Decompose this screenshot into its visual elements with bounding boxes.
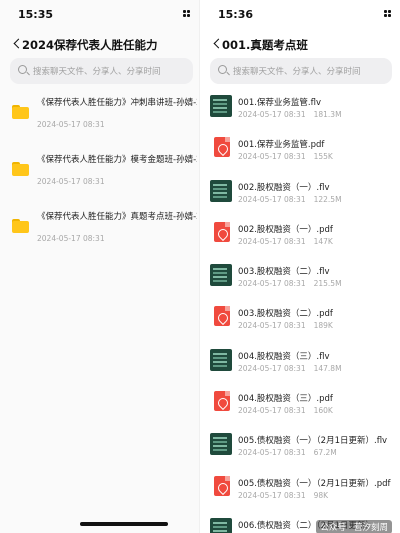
search-placeholder: 搜索聊天文件、分享人、分享时间	[233, 67, 361, 77]
folder-name: 《保荐代表人胜任能力》模考金题班-孙婧-20...	[37, 155, 197, 165]
back-icon[interactable]	[212, 37, 222, 51]
search-input[interactable]: 搜索聊天文件、分享人、分享时间	[10, 58, 193, 84]
file-meta: 2024-05-17 08:31 147K	[238, 237, 333, 246]
file-name: 002.股权融资（一）.flv	[238, 182, 330, 193]
status-time: 15:36	[218, 8, 254, 21]
file-meta: 2024-05-17 08:31 181.3M	[238, 110, 342, 119]
file-date: 2024-05-17 08:31	[238, 321, 306, 331]
folder-name: 《保荐代表人胜任能力》真题考点班-孙婧-20...	[37, 212, 197, 222]
file-size: 215.5M	[313, 279, 342, 289]
search-icon	[18, 65, 29, 76]
file-name: 004.股权融资（三）.pdf	[238, 394, 333, 405]
video-icon	[210, 95, 232, 117]
back-icon[interactable]	[12, 37, 22, 51]
file-meta: 2024-05-17 08:31 155K	[238, 152, 333, 161]
folder-icon	[12, 162, 29, 176]
file-name: 005.债权融资（一）（2月1日更新）.flv	[238, 436, 388, 447]
left-screen: 15:35 2024保荐代表人胜任能力 搜索聊天文件、分享人、分享时间 《保荐代…	[0, 0, 200, 533]
folder-icon	[12, 219, 29, 233]
search-input[interactable]: 搜索聊天文件、分享人、分享时间	[210, 58, 392, 84]
search-icon	[218, 65, 229, 76]
folder-date: 2024-05-17 08:31	[37, 177, 105, 186]
file-meta: 2024-05-17 08:31 98K	[238, 491, 328, 500]
file-row[interactable]: 005.债权融资（一）（2月1日更新）.flv 2024-05-17 08:31 6…	[200, 424, 400, 466]
file-row[interactable]: 001.保荐业务监管.flv 2024-05-17 08:31 181.3M	[200, 86, 400, 128]
folder-date: 2024-05-17 08:31	[37, 234, 105, 243]
status-icons	[183, 10, 191, 19]
file-name: 003.股权融资（二）.flv	[238, 267, 330, 278]
folder-date: 2024-05-17 08:31	[37, 120, 105, 129]
folder-list: 《保荐代表人胜任能力》冲刺串讲班-孙婧-20... 2024-05-17 08:3…	[0, 86, 199, 257]
file-meta: 2024-05-17 08:31 67.2M	[238, 448, 337, 457]
file-meta: 2024-05-17 08:31 147.8M	[238, 364, 342, 373]
file-date: 2024-05-17 08:31	[238, 490, 306, 500]
pdf-icon	[214, 475, 230, 496]
file-size: 181.3M	[313, 110, 342, 119]
file-list: 001.保荐业务监管.flv 2024-05-17 08:31 181.3M 001.…	[200, 86, 400, 533]
pdf-icon	[214, 137, 230, 158]
file-size: 98K	[313, 490, 329, 500]
status-icons	[384, 10, 392, 19]
file-date: 2024-05-17 08:31	[238, 152, 306, 162]
file-name: 004.股权融资（三）.flv	[238, 351, 330, 362]
page-title: 001.真题考点班	[222, 38, 308, 52]
folder-icon	[12, 105, 29, 119]
search-placeholder: 搜索聊天文件、分享人、分享时间	[33, 67, 161, 77]
pdf-icon	[214, 306, 230, 327]
file-row[interactable]: 003.股权融资（二）.pdf 2024-05-17 08:31 189K	[200, 297, 400, 339]
home-indicator[interactable]	[80, 522, 168, 526]
file-name: 002.股权融资（一）.pdf	[238, 224, 333, 235]
nav-bar: 001.真题考点班	[200, 30, 400, 58]
watermark: 公众号 · 营汐刻周	[316, 520, 392, 533]
file-name: 001.保荐业务监管.pdf	[238, 140, 325, 151]
video-icon	[210, 433, 232, 456]
file-meta: 2024-05-17 08:31 122.5M	[238, 195, 342, 204]
nav-bar: 2024保荐代表人胜任能力	[0, 30, 199, 58]
file-row[interactable]: 002.股权融资（一）.flv 2024-05-17 08:31 122.5M	[200, 171, 400, 213]
pdf-icon	[214, 221, 230, 242]
file-row[interactable]: 001.保荐业务监管.pdf 2024-05-17 08:31 155K	[200, 128, 400, 170]
file-date: 2024-05-17 08:31	[238, 406, 306, 416]
file-size: 160K	[313, 406, 333, 416]
file-meta: 2024-05-17 08:31 160K	[238, 406, 333, 415]
video-icon	[210, 179, 232, 202]
file-name: 001.保荐业务监管.flv	[238, 98, 322, 108]
file-meta: 2024-05-17 08:31 189K	[238, 321, 333, 330]
file-row[interactable]: 004.股权融资（三）.pdf 2024-05-17 08:31 160K	[200, 382, 400, 424]
file-row[interactable]: 003.股权融资（二）.flv 2024-05-17 08:31 215.5M	[200, 255, 400, 297]
status-time: 15:35	[18, 8, 54, 21]
folder-row[interactable]: 《保荐代表人胜任能力》模考金题班-孙婧-20... 2024-05-17 08:3…	[0, 143, 199, 200]
file-size: 147.8M	[313, 363, 342, 373]
folder-row[interactable]: 《保荐代表人胜任能力》冲刺串讲班-孙婧-20... 2024-05-17 08:3…	[0, 86, 199, 143]
file-size: 147K	[313, 236, 333, 246]
page-title: 2024保荐代表人胜任能力	[22, 38, 158, 52]
file-date: 2024-05-17 08:31	[238, 363, 306, 373]
video-icon	[210, 348, 232, 371]
file-row[interactable]: 004.股权融资（三）.flv 2024-05-17 08:31 147.8M	[200, 340, 400, 382]
file-date: 2024-05-17 08:31	[238, 448, 306, 458]
file-size: 122.5M	[313, 194, 342, 204]
file-row[interactable]: 005.债权融资（一）（2月1日更新）.pdf 2024-05-17 08:31 9…	[200, 467, 400, 509]
folder-row[interactable]: 《保荐代表人胜任能力》真题考点班-孙婧-20... 2024-05-17 08:3…	[0, 200, 199, 257]
file-date: 2024-05-17 08:31	[238, 194, 306, 204]
file-size: 189K	[313, 321, 333, 331]
file-meta: 2024-05-17 08:31 215.5M	[238, 279, 342, 288]
folder-name: 《保荐代表人胜任能力》冲刺串讲班-孙婧-20...	[37, 98, 197, 108]
file-size: 67.2M	[313, 448, 337, 458]
file-size: 155K	[313, 152, 333, 162]
video-icon	[210, 264, 232, 287]
pdf-icon	[214, 391, 230, 412]
status-bar: 15:35	[0, 0, 199, 30]
file-name: 003.股权融资（二）.pdf	[238, 309, 333, 320]
file-date: 2024-05-17 08:31	[238, 110, 306, 119]
file-date: 2024-05-17 08:31	[238, 236, 306, 246]
file-date: 2024-05-17 08:31	[238, 279, 306, 289]
file-row[interactable]: 002.股权融资（一）.pdf 2024-05-17 08:31 147K	[200, 213, 400, 255]
file-name: 005.债权融资（一）（2月1日更新）.pdf	[238, 478, 391, 489]
right-screen: 15:36 001.真题考点班 搜索聊天文件、分享人、分享时间 001.保荐业务…	[200, 0, 400, 533]
status-bar: 15:36	[200, 0, 400, 30]
video-icon	[210, 517, 232, 533]
